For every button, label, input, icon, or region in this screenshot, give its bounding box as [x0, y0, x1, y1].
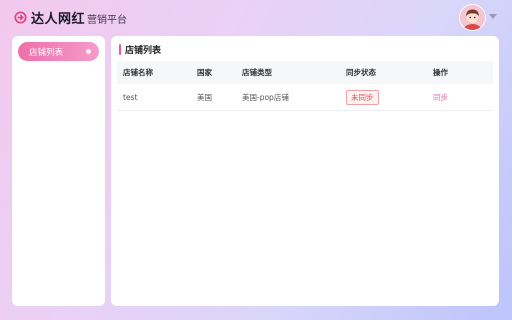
sidebar-item-shop-list[interactable]: 店铺列表 [18, 42, 99, 61]
table-row: test 美国 美国-pop店铺 未同步 同步 [117, 84, 493, 111]
user-avatar-icon [460, 5, 485, 30]
table-header: 店铺名称 国家 店铺类型 同步状态 操作 [117, 61, 493, 84]
active-dot-icon [86, 49, 91, 54]
shop-table: 店铺名称 国家 店铺类型 同步状态 操作 test 美国 美国-pop店铺 未同… [117, 61, 493, 111]
cell-shop-type: 美国-pop店铺 [242, 92, 289, 102]
main-panel: 店铺列表 店铺名称 国家 店铺类型 同步状态 操作 test 美国 美国-pop… [111, 36, 499, 306]
sync-button[interactable]: 同步 [433, 93, 448, 102]
title-accent-bar [119, 43, 121, 55]
column-header-status: 同步状态 [346, 68, 376, 77]
column-header-type: 店铺类型 [242, 68, 272, 77]
status-badge: 未同步 [346, 89, 379, 105]
app-logo[interactable]: 达人网红 营销平台 [14, 8, 127, 27]
cell-sync-status: 未同步 [346, 89, 379, 105]
avatar[interactable] [459, 4, 486, 31]
page-title-text: 店铺列表 [125, 45, 162, 56]
column-header-country: 国家 [197, 68, 212, 77]
brand-subtitle: 营销平台 [87, 15, 128, 26]
column-header-action: 操作 [433, 68, 448, 77]
brand-name: 达人网红 [31, 12, 86, 27]
sidebar-item-label: 店铺列表 [29, 47, 64, 58]
cell-shop-name: test [123, 92, 138, 102]
sidebar: 店铺列表 [12, 36, 105, 306]
cell-country: 美国 [197, 92, 212, 102]
column-header-name: 店铺名称 [123, 68, 153, 77]
top-bar: 达人网红 营销平台 [0, 0, 512, 34]
chevron-down-icon[interactable] [489, 14, 497, 19]
page-title: 店铺列表 [119, 43, 162, 56]
circle-logo-icon [14, 11, 27, 24]
cell-action: 同步 [433, 92, 448, 103]
